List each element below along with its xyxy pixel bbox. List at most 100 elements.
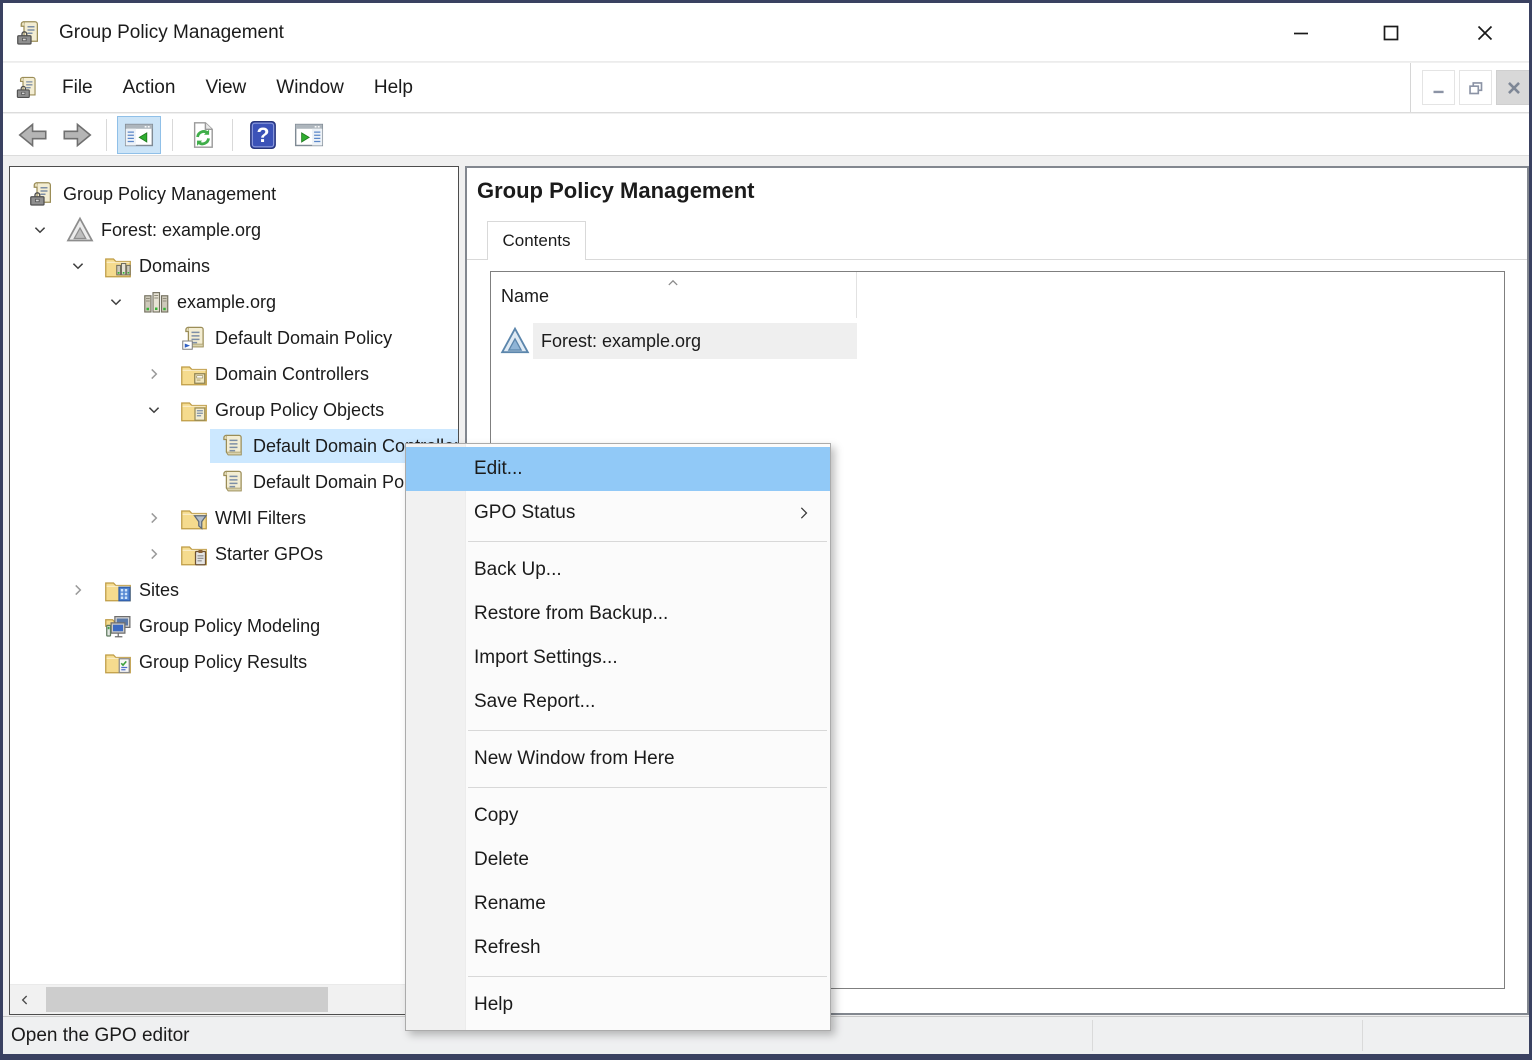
action-pane-button[interactable] <box>291 117 327 153</box>
tree-item-label: Group Policy Results <box>139 644 307 680</box>
tree-item-starter-gpos[interactable]: Starter GPOs <box>10 536 458 572</box>
submenu-arrow-icon <box>794 503 814 523</box>
context-menu-item-label: Refresh <box>474 937 541 958</box>
folder-dc-icon <box>179 359 209 389</box>
tree-item-group-policy-modeling[interactable]: Group Policy Modeling <box>10 608 458 644</box>
context-menu-item-help[interactable]: Help <box>406 983 830 1027</box>
status-divider <box>1362 1020 1363 1051</box>
context-menu-item-back-up[interactable]: Back Up... <box>406 548 830 592</box>
tree-item-default-domain-controllers-policy[interactable]: Default Domain Controllers Policy <box>10 428 458 464</box>
horizontal-scrollbar[interactable] <box>10 984 458 1014</box>
refresh-button[interactable] <box>184 117 220 153</box>
context-menu-item-label: Edit... <box>474 458 523 479</box>
tree-item-group-policy-results[interactable]: Group Policy Results <box>10 644 458 680</box>
context-menu-item-label: New Window from Here <box>474 748 675 769</box>
gpo-link-icon <box>179 323 209 353</box>
tree-item-label: Domains <box>139 248 210 284</box>
chevron-down-icon[interactable] <box>106 292 126 312</box>
context-menu-item-restore-from-backup[interactable]: Restore from Backup... <box>406 592 830 636</box>
tree-item-sites[interactable]: Sites <box>10 572 458 608</box>
column-header-name[interactable]: Name <box>491 272 856 318</box>
content-title: Group Policy Management <box>477 178 755 204</box>
context-menu-item-rename[interactable]: Rename <box>406 882 830 926</box>
mdi-restore-button[interactable] <box>1459 70 1492 105</box>
context-menu-item-label: Copy <box>474 805 518 826</box>
tree-item-default-domain-policy[interactable]: Default Domain Policy <box>10 320 458 356</box>
context-menu-separator <box>406 535 830 548</box>
help-button[interactable]: ? <box>245 117 281 153</box>
close-button[interactable] <box>1459 7 1511 59</box>
menu-action[interactable]: Action <box>108 63 191 112</box>
context-menu-item-label: Help <box>474 994 513 1015</box>
context-menu-item-copy[interactable]: Copy <box>406 794 830 838</box>
chevron-right-icon[interactable] <box>68 580 88 600</box>
tree-item-group-policy-management[interactable]: Group Policy Management <box>10 176 458 212</box>
forward-arrow-button[interactable] <box>59 117 95 153</box>
context-menu-separator <box>406 970 830 983</box>
minimize-button[interactable] <box>1275 7 1327 59</box>
menu-items: FileActionViewWindowHelp <box>47 63 428 112</box>
folder-sites-icon <box>103 575 133 605</box>
context-menu-separator <box>406 781 830 794</box>
context-menu-item-new-window-from-here[interactable]: New Window from Here <box>406 737 830 781</box>
tree-item-label: Sites <box>139 572 179 608</box>
menu-window[interactable]: Window <box>261 63 359 112</box>
context-menu-item-refresh[interactable]: Refresh <box>406 926 830 970</box>
tree-item-label: WMI Filters <box>215 500 306 536</box>
tree-item-domains[interactable]: Domains <box>10 248 458 284</box>
results-icon <box>103 647 133 677</box>
tree-item-example-org[interactable]: example.org <box>10 284 458 320</box>
menu-bar: FileActionViewWindowHelp <box>3 63 1529 113</box>
gpmc-snapin-icon <box>14 74 41 101</box>
menu-file[interactable]: File <box>47 63 108 112</box>
gpmc-app-icon <box>14 18 44 48</box>
list-item-forest[interactable]: Forest: example.org <box>491 322 1504 360</box>
chevron-down-icon[interactable] <box>144 400 164 420</box>
gpo-icon <box>217 431 247 461</box>
mdi-minimize-button[interactable] <box>1422 70 1455 105</box>
tree-item-label: example.org <box>177 284 276 320</box>
context-menu-item-import-settings[interactable]: Import Settings... <box>406 636 830 680</box>
toolbar: ? <box>3 114 1529 156</box>
context-menu-item-label: Delete <box>474 849 529 870</box>
window-title: Group Policy Management <box>59 3 284 62</box>
context-menu-separator <box>406 724 830 737</box>
tree-item-label: Group Policy Objects <box>215 392 384 428</box>
back-arrow-button[interactable] <box>15 117 51 153</box>
menu-help[interactable]: Help <box>359 63 428 112</box>
gpmc-icon <box>27 179 57 209</box>
svg-text:?: ? <box>257 123 270 147</box>
tab-contents-label: Contents <box>502 231 570 251</box>
context-menu-item-delete[interactable]: Delete <box>406 838 830 882</box>
chevron-right-icon[interactable] <box>144 364 164 384</box>
tree-item-forest-example-org[interactable]: Forest: example.org <box>10 212 458 248</box>
context-menu-item-gpo-status[interactable]: GPO Status <box>406 491 830 535</box>
tab-strip-line <box>467 259 1527 260</box>
chevron-right-icon[interactable] <box>144 544 164 564</box>
tab-contents[interactable]: Contents <box>487 221 586 260</box>
scroll-left-arrow-icon[interactable] <box>10 985 40 1014</box>
tree-item-default-domain-policy[interactable]: Default Domain Policy <box>10 464 458 500</box>
menu-view[interactable]: View <box>190 63 261 112</box>
tree-item-domain-controllers[interactable]: Domain Controllers <box>10 356 458 392</box>
gpmc-window: Group Policy Management FileActionViewWi… <box>0 0 1532 1060</box>
chevron-down-icon[interactable] <box>68 256 88 276</box>
context-menu-item-label: Save Report... <box>474 691 595 712</box>
mdi-close-button[interactable] <box>1496 70 1532 105</box>
maximize-button[interactable] <box>1365 7 1417 59</box>
context-menu-item-edit[interactable]: Edit... <box>406 447 830 491</box>
tree-item-group-policy-objects[interactable]: Group Policy Objects <box>10 392 458 428</box>
console-tree-button[interactable] <box>117 116 161 154</box>
tree-item-label: Group Policy Management <box>63 176 276 212</box>
column-separator[interactable] <box>856 272 857 318</box>
title-bar[interactable]: Group Policy Management <box>3 3 1529 62</box>
scrollbar-thumb[interactable] <box>46 987 328 1012</box>
context-menu-item-save-report[interactable]: Save Report... <box>406 680 830 724</box>
forest-gray-icon <box>65 215 95 245</box>
chevron-right-icon[interactable] <box>144 508 164 528</box>
mdi-separator <box>1410 63 1411 112</box>
tree-item-wmi-filters[interactable]: WMI Filters <box>10 500 458 536</box>
tree-item-label: Default Domain Policy <box>253 464 430 500</box>
chevron-down-icon[interactable] <box>30 220 50 240</box>
forest-icon <box>499 325 531 357</box>
